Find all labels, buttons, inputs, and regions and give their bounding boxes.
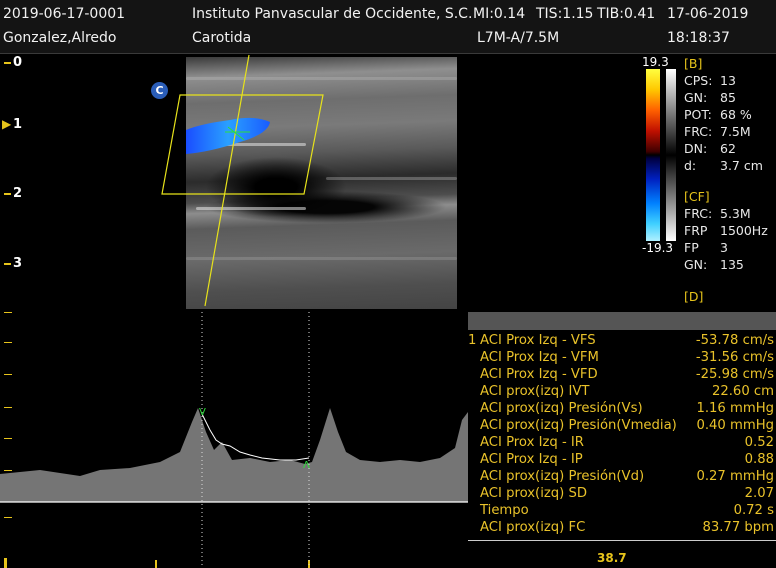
bmode-params-title: [B]	[684, 56, 703, 71]
measurement-row[interactable]: ACI prox(izq) Presión(Vs) 1.16 mmHg	[468, 401, 776, 418]
measurement-row[interactable]: ACI Prox Izq - VFD -25.98 cm/s	[468, 367, 776, 384]
measurement-value: 0.27 mmHg	[696, 469, 774, 484]
measurement-label: ACI prox(izq) SD	[480, 486, 588, 501]
param-value: 3	[720, 240, 728, 255]
spectral-waveform	[0, 408, 468, 502]
doppler-cursor-line[interactable]	[204, 54, 250, 307]
diastolic-marker[interactable]: Λ	[303, 460, 310, 471]
measurement-label: ACI prox(izq) IVT	[480, 384, 590, 399]
measurement-row[interactable]: ACI prox(izq) FC 83.77 bpm	[468, 520, 776, 537]
doppler-params-title: [D]	[684, 289, 704, 304]
doppler-spectrum[interactable]: V Λ	[0, 312, 468, 568]
param-value: 13	[720, 73, 736, 88]
bottom-readout: 38.7	[597, 551, 627, 565]
measurement-row[interactable]: ACI prox(izq) IVT 22.60 cm	[468, 384, 776, 401]
measurement-label: ACI Prox Izq - IP	[480, 452, 583, 467]
param-value: 7.5M	[720, 124, 751, 139]
measurement-value: -25.98 cm/s	[695, 367, 774, 382]
measurement-row[interactable]: Tiempo 0.72 s	[468, 503, 776, 520]
measurement-value: 0.52	[744, 435, 774, 450]
param-key: FRC:	[684, 206, 713, 221]
measurement-row[interactable]: ACI Prox Izq - IP 0.88	[468, 452, 776, 469]
measurement-value: 22.60 cm	[711, 384, 774, 399]
measurement-value: 2.07	[744, 486, 774, 501]
param-value: 1500Hz	[720, 223, 768, 238]
measurement-value: -31.56 cm/s	[695, 350, 774, 365]
color-flow-region	[186, 117, 270, 154]
measurement-label: ACI prox(izq) FC	[480, 520, 586, 535]
measurement-panel-header	[468, 312, 776, 330]
measurement-row[interactable]: ACI Prox Izq - VFM -31.56 cm/s	[468, 350, 776, 367]
measurement-value: 0.40 mmHg	[696, 418, 774, 433]
color-scale-min: -19.3	[642, 241, 674, 255]
measurement-panel: 1 ACI Prox Izq - VFS -53.78 cm/s ACI Pro…	[468, 312, 776, 568]
measurement-label: ACI prox(izq) Presión(Vd)	[480, 469, 645, 484]
velocity-scale-ticks	[4, 312, 310, 568]
param-key: FP	[684, 240, 699, 255]
grayscale-ramp	[666, 69, 676, 241]
color-scale-bar	[646, 69, 660, 241]
param-value: 85	[720, 90, 736, 105]
measurement-label: ACI prox(izq) Presión(Vs)	[480, 401, 643, 416]
measurement-row[interactable]: ACI prox(izq) Presión(Vd) 0.27 mmHg	[468, 469, 776, 486]
measurement-value: -53.78 cm/s	[695, 333, 774, 348]
param-key: FRP	[684, 223, 708, 238]
measurement-label: ACI Prox Izq - IR	[480, 435, 584, 450]
measurement-label: Tiempo	[480, 503, 529, 518]
measurement-index: 1	[468, 333, 477, 348]
measurement-label: ACI Prox Izq - VFD	[480, 367, 598, 382]
measurement-label: ACI Prox Izq - VFS	[480, 333, 596, 348]
param-key: CPS:	[684, 73, 713, 88]
color-scale-max: 19.3	[642, 55, 669, 69]
param-key: GN:	[684, 257, 708, 272]
measurement-divider	[468, 540, 776, 541]
param-key: FRC:	[684, 124, 713, 139]
param-key: d:	[684, 158, 697, 173]
measurement-value: 0.72 s	[733, 503, 774, 518]
cf-params-title: [CF]	[684, 189, 710, 204]
measurement-value: 83.77 bpm	[702, 520, 774, 535]
param-key: DN:	[684, 141, 708, 156]
measurement-label: ACI prox(izq) Presión(Vmedia)	[480, 418, 677, 433]
param-key: POT:	[684, 107, 712, 122]
measurement-row[interactable]: ACI prox(izq) Presión(Vmedia) 0.40 mmHg	[468, 418, 776, 435]
param-value: 5.3M	[720, 206, 751, 221]
systolic-marker[interactable]: V	[199, 407, 206, 418]
measurement-row[interactable]: ACI Prox Izq - IR 0.52	[468, 435, 776, 452]
measurement-value: 0.88	[744, 452, 774, 467]
measurement-row[interactable]: 1 ACI Prox Izq - VFS -53.78 cm/s	[468, 333, 776, 350]
measurement-label: ACI Prox Izq - VFM	[480, 350, 599, 365]
param-value: 68 %	[720, 107, 752, 122]
measurement-value: 1.16 mmHg	[696, 401, 774, 416]
param-value: 62	[720, 141, 736, 156]
measurement-row[interactable]: ACI prox(izq) SD 2.07	[468, 486, 776, 503]
param-value: 135	[720, 257, 744, 272]
param-key: GN:	[684, 90, 708, 105]
param-value: 3.7 cm	[720, 158, 763, 173]
